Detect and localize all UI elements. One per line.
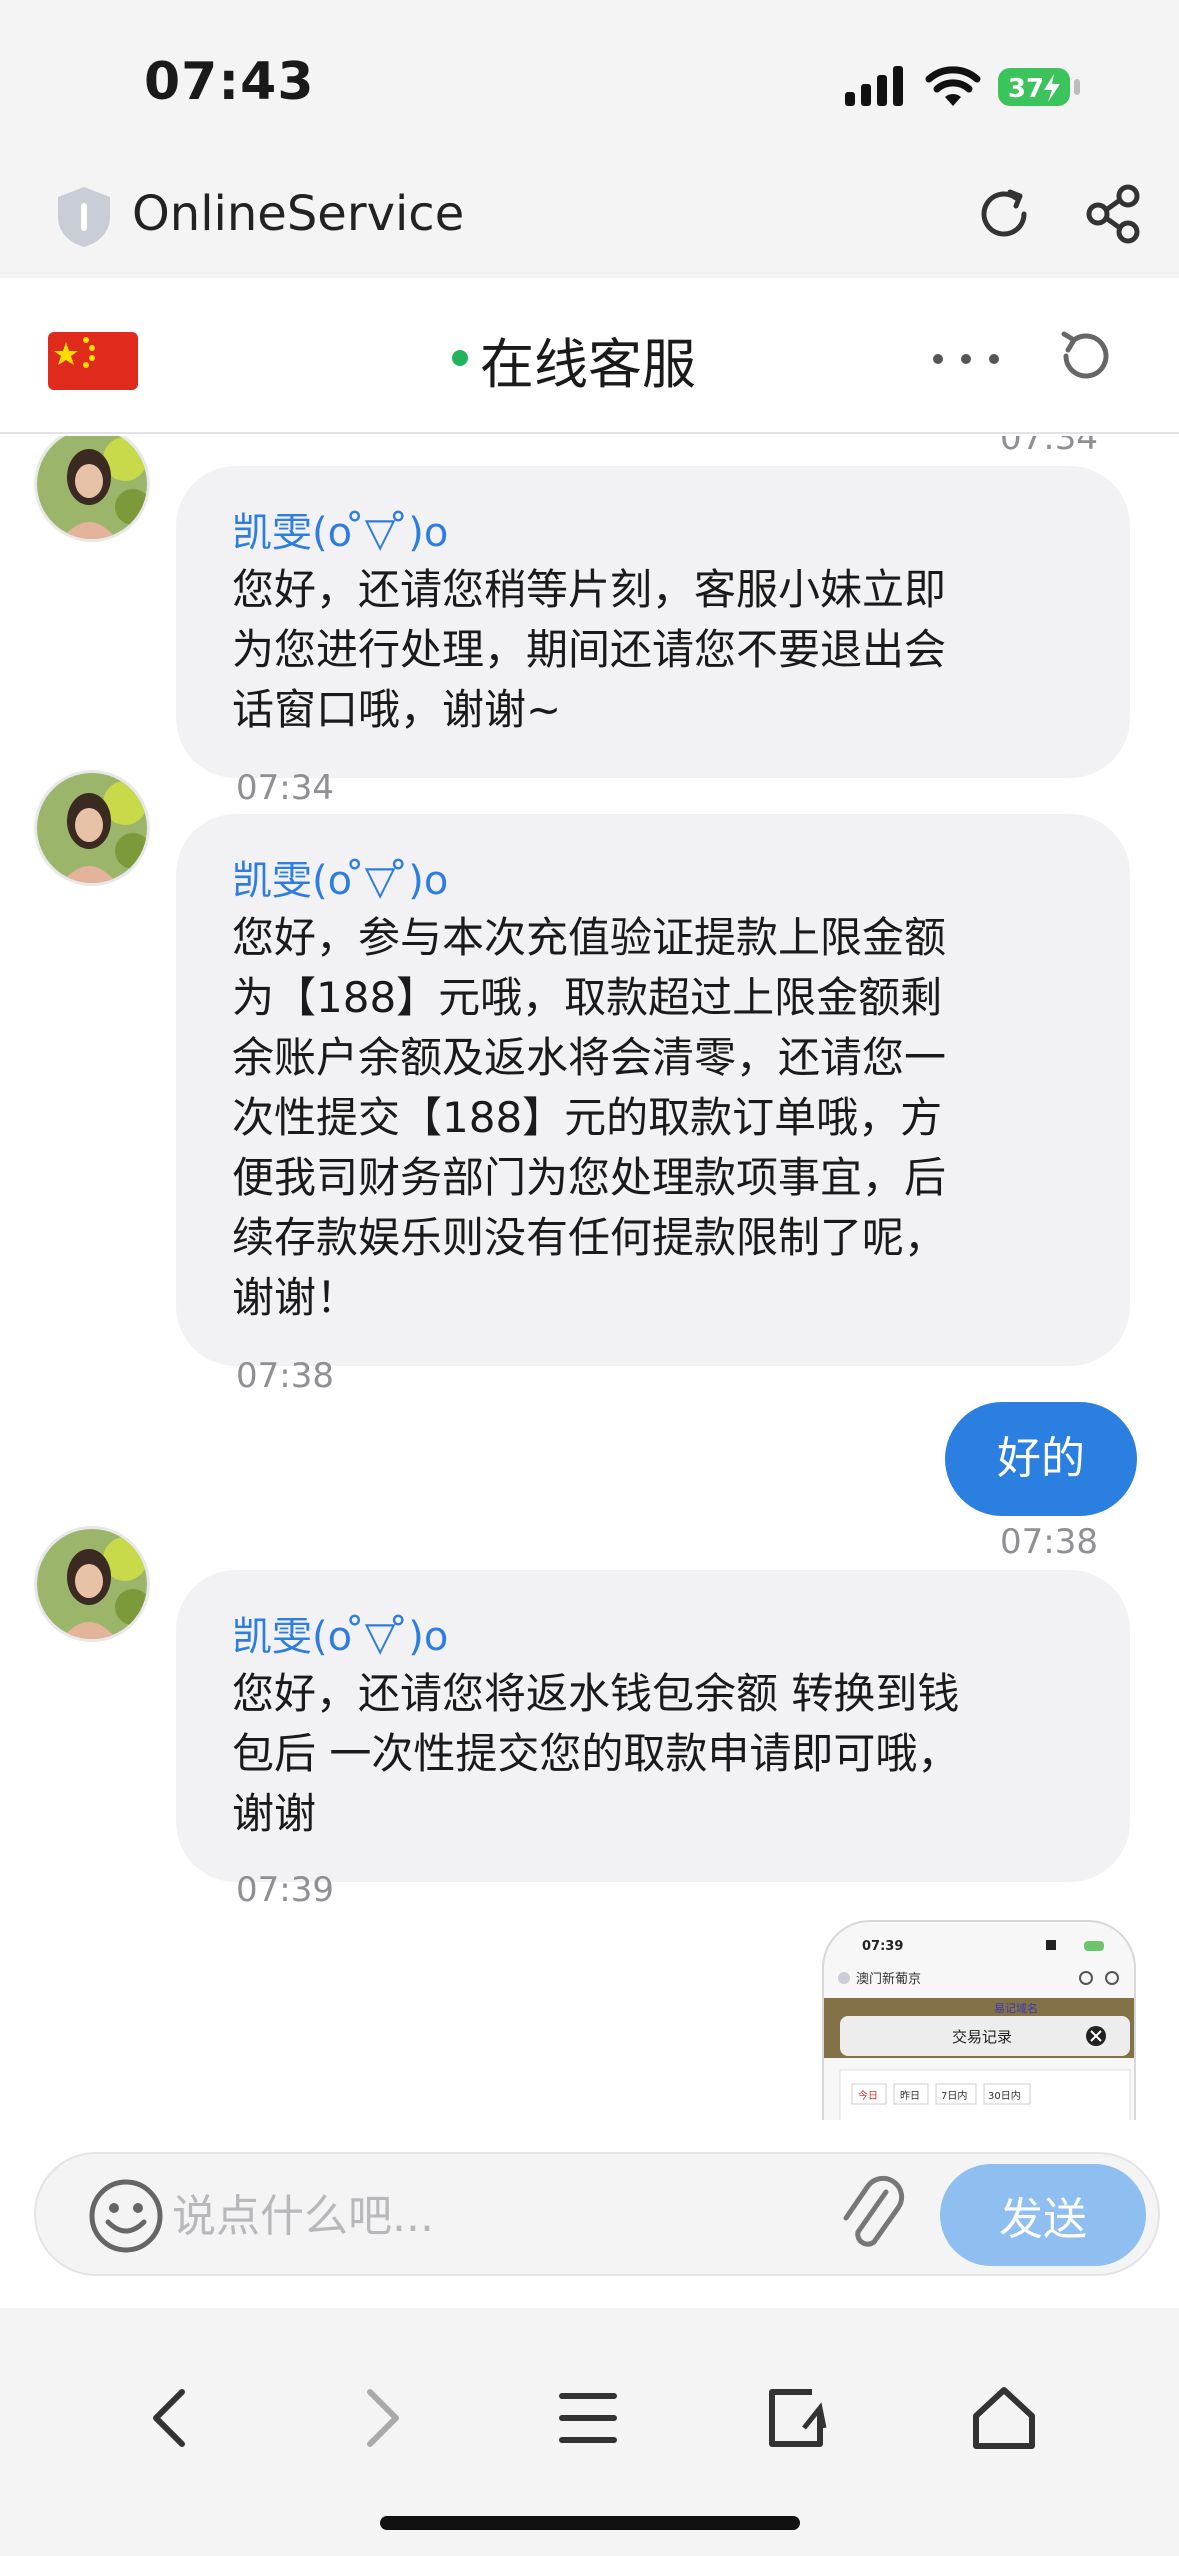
battery-level: 37 xyxy=(1008,74,1044,104)
browser-address-bar: OnlineService xyxy=(0,160,1179,278)
share-icon[interactable] xyxy=(1084,182,1144,246)
wifi-icon xyxy=(925,66,981,106)
cellular-signal-icon xyxy=(845,66,903,106)
status-time: 07:43 xyxy=(144,52,315,112)
battery-icon: 37 xyxy=(998,68,1080,106)
chat-header: 在线客服 xyxy=(0,278,1179,434)
input-container: 发送 xyxy=(34,2152,1160,2276)
message-list[interactable]: 07:34 凯雯(o ̊▽ ̊)o 您好，还请您稍等片刻，客服小妹立即 为您进行… xyxy=(0,436,1179,2120)
menu-icon[interactable] xyxy=(548,2378,628,2458)
thumb-tab-yesterday: 昨日 xyxy=(900,2090,920,2102)
agent-avatar[interactable] xyxy=(34,1526,150,1642)
online-status-dot xyxy=(452,350,468,366)
message-timestamp: 07:38 xyxy=(236,1356,334,1396)
message-text: 您好，参与本次充值验证提款上限金额 为【188】元哦，取款超过上限金额剩 余账户… xyxy=(232,913,947,1322)
message-timestamp: 07:39 xyxy=(236,1870,334,1910)
emoji-icon[interactable] xyxy=(86,2176,166,2256)
sender-name: 凯雯(o ̊▽ ̊)o xyxy=(232,858,449,904)
home-indicator xyxy=(380,2516,800,2530)
sender-name: 凯雯(o ̊▽ ̊)o xyxy=(232,1614,449,1660)
agent-avatar[interactable] xyxy=(34,436,150,542)
thumb-tab-7days: 7日内 xyxy=(941,2089,967,2102)
thumb-time: 07:39 xyxy=(862,1939,903,1954)
browser-toolbar xyxy=(0,2308,1179,2556)
forward-icon[interactable] xyxy=(340,2378,420,2458)
agent-avatar[interactable] xyxy=(34,770,150,886)
thumb-tab-30days: 30日内 xyxy=(988,2089,1021,2102)
tabs-icon[interactable] xyxy=(756,2378,836,2458)
message-timestamp: 07:34 xyxy=(1000,436,1098,458)
message-text: 您好，还请您将返水钱包余额 转换到钱 包后 一次性提交您的取款申请即可哦， 谢谢 xyxy=(232,1669,960,1838)
agent-message-bubble[interactable]: 凯雯(o ̊▽ ̊)o 您好，还请您稍等片刻，客服小妹立即 为您进行处理，期间还… xyxy=(176,466,1130,778)
sender-name: 凯雯(o ̊▽ ̊)o xyxy=(232,510,449,556)
message-input[interactable] xyxy=(172,2180,832,2252)
refresh-chat-icon[interactable] xyxy=(1052,324,1116,388)
agent-message-bubble[interactable]: 凯雯(o ̊▽ ̊)o 您好，还请您将返水钱包余额 转换到钱 包后 一次性提交您… xyxy=(176,1570,1130,1882)
thumb-dialog-title: 交易记录 xyxy=(952,2028,1012,2046)
chat-title: 在线客服 xyxy=(480,333,696,396)
send-button[interactable]: 发送 xyxy=(940,2164,1146,2266)
message-timestamp: 07:34 xyxy=(236,768,334,808)
thumb-badge: 易记域名 xyxy=(994,2001,1038,2015)
more-options-icon[interactable] xyxy=(928,342,1004,376)
back-icon[interactable] xyxy=(132,2378,212,2458)
user-message-bubble[interactable]: 好的 xyxy=(945,1402,1137,1516)
message-text: 您好，还请您稍等片刻，客服小妹立即 为您进行处理，期间还请您不要退出会 话窗口哦… xyxy=(232,565,947,734)
paperclip-icon[interactable] xyxy=(836,2172,906,2258)
thumb-site: 澳门新葡京 xyxy=(856,1971,921,1987)
reload-icon[interactable] xyxy=(972,182,1036,246)
screenshot-attachment[interactable]: 07:39 澳门新葡京 易记域名 交易记录 今日 昨日 7日内 30日内 xyxy=(822,1920,1136,2120)
status-bar: 07:43 37 xyxy=(0,0,1179,160)
site-title: OnlineService xyxy=(132,186,465,242)
agent-message-bubble[interactable]: 凯雯(o ̊▽ ̊)o 您好，参与本次充值验证提款上限金额 为【188】元哦，取… xyxy=(176,814,1130,1366)
message-input-bar: 发送 xyxy=(0,2120,1179,2308)
china-flag-icon[interactable] xyxy=(48,332,138,390)
shield-icon xyxy=(58,187,110,247)
message-timestamp: 07:38 xyxy=(1000,1522,1098,1562)
thumb-tab-today: 今日 xyxy=(858,2089,878,2102)
home-icon[interactable] xyxy=(964,2378,1044,2458)
